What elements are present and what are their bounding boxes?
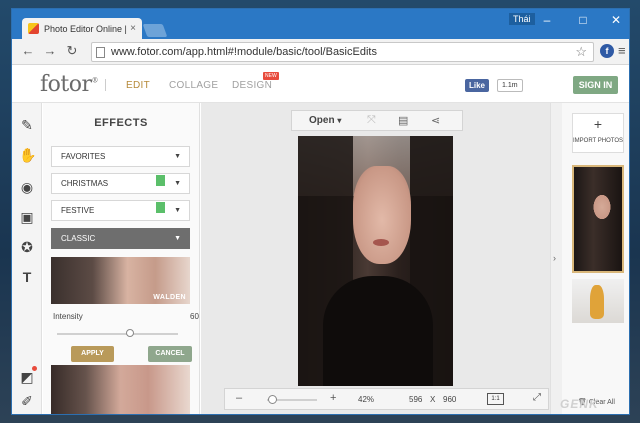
zoom-slider-thumb[interactable] bbox=[268, 395, 277, 404]
new-flag-icon bbox=[156, 175, 165, 186]
registered-mark: ® bbox=[91, 76, 99, 85]
watermark-logo: GENK bbox=[560, 397, 599, 411]
photo-region bbox=[373, 239, 389, 246]
user-profile-label[interactable]: Thái bbox=[509, 13, 535, 25]
eye-icon[interactable]: ◉ bbox=[19, 179, 35, 195]
hand-icon[interactable]: ✋ bbox=[19, 147, 36, 163]
effect-preview-next[interactable] bbox=[51, 365, 190, 414]
open-label: Open bbox=[309, 115, 335, 126]
facebook-like-count: 1.1m bbox=[497, 79, 523, 92]
facebook-like-button[interactable]: Like bbox=[465, 79, 490, 92]
app-header: fotor® EDIT COLLAGE DESIGN NEW Like 1.1m… bbox=[12, 65, 629, 103]
category-label: FESTIVE bbox=[61, 206, 95, 215]
chevron-down-icon: ▼ bbox=[174, 153, 181, 160]
text-icon[interactable]: T bbox=[19, 269, 35, 285]
chevron-down-icon: ▼ bbox=[174, 207, 181, 214]
browser-menu-icon[interactable]: ≡ bbox=[618, 43, 626, 58]
tab-title: Photo Editor Online | Fotor bbox=[44, 23, 127, 34]
import-panel: + IMPORT PHOTOS 🗑 Clear All bbox=[562, 103, 629, 414]
nav-collage[interactable]: COLLAGE bbox=[169, 80, 218, 91]
new-flag-icon bbox=[156, 202, 165, 213]
zoom-in-button[interactable]: + bbox=[330, 392, 336, 404]
frame-icon[interactable]: ▣ bbox=[19, 209, 35, 225]
dimension-separator: X bbox=[430, 395, 436, 404]
save-icon[interactable]: ▤ bbox=[398, 114, 408, 127]
share-icon[interactable]: ⋖ bbox=[431, 114, 440, 127]
category-festive[interactable]: FESTIVE ▼ bbox=[51, 200, 190, 221]
browser-toolbar: ← → ↻ www.fotor.com/app.html#!module/bas… bbox=[12, 39, 629, 65]
fotor-favicon-icon bbox=[28, 23, 39, 34]
forward-icon[interactable]: → bbox=[42, 43, 58, 58]
fit-screen-icon[interactable]: ⤢ bbox=[533, 392, 541, 403]
chevron-down-icon: ▼ bbox=[174, 180, 181, 187]
import-label: IMPORT PHOTOS bbox=[573, 138, 624, 144]
canvas-toolbar: Open ▾ ⤧ ▤ ⋖ bbox=[291, 110, 463, 131]
bookmark-star-icon[interactable]: ☆ bbox=[575, 44, 587, 60]
layers-icon[interactable]: ◩ bbox=[19, 369, 35, 385]
image-width: 596 bbox=[409, 395, 423, 404]
browser-titlebar: Photo Editor Online | Fotor × Thái – □ ✕ bbox=[12, 9, 629, 39]
tab-close-icon[interactable]: × bbox=[130, 23, 136, 34]
apply-button[interactable]: APPLY bbox=[71, 346, 114, 362]
cancel-button[interactable]: CANCEL bbox=[148, 346, 192, 362]
category-label: CLASSIC bbox=[61, 234, 96, 243]
tool-strip: ✎ ✋ ◉ ▣ ✪ T ◩ ✐ bbox=[12, 103, 42, 414]
category-label: CHRISTMAS bbox=[61, 179, 109, 188]
browser-tab[interactable]: Photo Editor Online | Fotor × bbox=[22, 18, 142, 39]
category-favorites[interactable]: FAVORITES ▼ bbox=[51, 146, 190, 167]
close-button[interactable]: ✕ bbox=[604, 13, 628, 27]
logo-text: fotor bbox=[40, 72, 92, 97]
sign-in-button[interactable]: SIGN IN bbox=[573, 76, 618, 94]
nav-design[interactable]: DESIGN bbox=[232, 80, 272, 91]
fotor-logo[interactable]: fotor® bbox=[40, 72, 98, 97]
open-button[interactable]: Open ▾ bbox=[309, 115, 341, 126]
crop-icon[interactable]: ⤧ bbox=[367, 114, 376, 127]
new-tab-button[interactable] bbox=[142, 24, 168, 37]
category-classic[interactable]: CLASSIC ▼ bbox=[51, 228, 190, 249]
url-text: www.fotor.com/app.html#!module/basic/too… bbox=[111, 46, 377, 58]
chevron-down-icon: ▼ bbox=[174, 235, 181, 242]
intensity-slider[interactable] bbox=[57, 333, 178, 335]
photo-region bbox=[323, 276, 433, 386]
header-divider bbox=[105, 79, 106, 91]
chevron-down-icon: ▾ bbox=[337, 116, 342, 125]
pencil-icon[interactable]: ✎ bbox=[19, 117, 35, 133]
nav-edit[interactable]: EDIT bbox=[126, 80, 150, 91]
effect-name: WALDEN bbox=[153, 294, 186, 301]
image-height: 960 bbox=[443, 395, 457, 404]
page-icon bbox=[96, 46, 105, 58]
effects-panel: EFFECTS FAVORITES ▼ CHRISTMAS ▼ FESTIVE … bbox=[43, 103, 200, 414]
address-bar[interactable]: www.fotor.com/app.html#!module/basic/too… bbox=[91, 42, 594, 62]
zoom-bar: – + 42% 596 X 960 1:1 ⤢ bbox=[224, 388, 549, 410]
category-label: FAVORITES bbox=[61, 152, 106, 161]
import-photos-button[interactable]: + IMPORT PHOTOS bbox=[572, 113, 624, 153]
intensity-slider-thumb[interactable] bbox=[125, 329, 134, 337]
back-icon[interactable]: ← bbox=[20, 43, 36, 58]
plus-icon: + bbox=[593, 116, 603, 132]
maximize-button[interactable]: □ bbox=[571, 13, 595, 27]
photo-thumbnail-selected[interactable] bbox=[572, 165, 624, 273]
new-badge: NEW bbox=[263, 72, 279, 80]
effects-title: EFFECTS bbox=[94, 117, 148, 129]
effect-preview-walden[interactable]: WALDEN bbox=[51, 257, 190, 304]
actual-size-button[interactable]: 1:1 bbox=[487, 393, 504, 405]
edit-square-icon[interactable]: ✐ bbox=[19, 393, 35, 409]
facebook-extension-icon[interactable]: f bbox=[600, 44, 614, 58]
photo-thumbnail[interactable] bbox=[572, 279, 624, 323]
zoom-percent: 42% bbox=[358, 395, 375, 404]
browser-window: Photo Editor Online | Fotor × Thái – □ ✕… bbox=[11, 8, 630, 415]
intensity-value: 60 bbox=[190, 312, 199, 321]
notification-dot bbox=[32, 366, 37, 371]
panel-collapse-handle[interactable]: › bbox=[550, 103, 562, 414]
category-christmas[interactable]: CHRISTMAS ▼ bbox=[51, 173, 190, 194]
sticker-icon[interactable]: ✪ bbox=[19, 239, 35, 255]
canvas-area: Open ▾ ⤧ ▤ ⋖ – + 42% 596 X 960 1:1 ⤢ bbox=[201, 103, 550, 414]
intensity-label: Intensity bbox=[53, 312, 83, 321]
chevron-right-icon: › bbox=[553, 253, 556, 263]
minimize-button[interactable]: – bbox=[535, 13, 559, 27]
photo-region bbox=[353, 166, 411, 264]
photo-canvas[interactable] bbox=[298, 136, 453, 386]
reload-icon[interactable]: ↻ bbox=[64, 43, 80, 59]
zoom-out-button[interactable]: – bbox=[236, 392, 242, 404]
